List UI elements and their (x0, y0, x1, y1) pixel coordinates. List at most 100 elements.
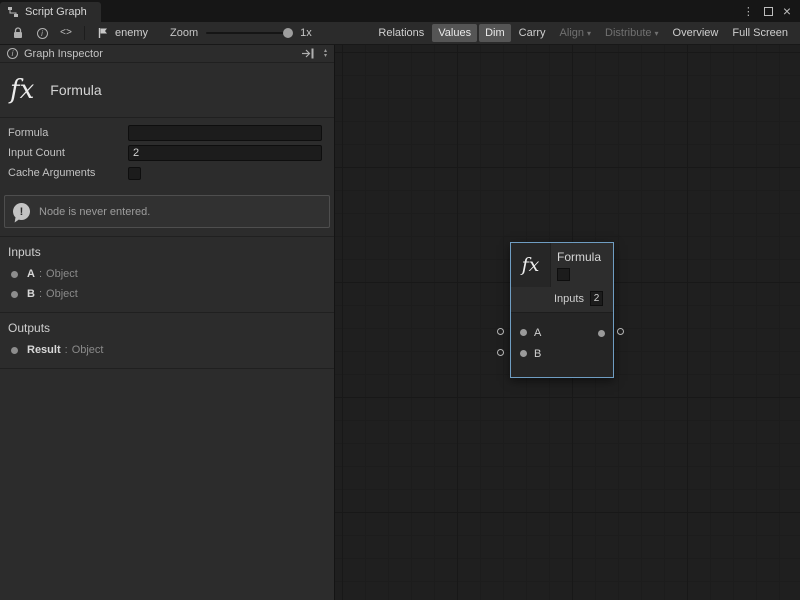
unit-title-section: fx Formula (0, 63, 334, 117)
script-graph-asset-icon (97, 27, 109, 39)
port-result-dot-icon[interactable] (598, 330, 605, 337)
inspector-port-result: Result : Object (0, 340, 334, 360)
breadcrumb-graph-name: enemy (115, 27, 148, 39)
port-b-dot-icon[interactable] (520, 350, 527, 357)
node-header-content: Formula (551, 243, 601, 287)
node-inputs-row: Inputs 2 (511, 287, 613, 312)
unit-fields: Formula Input Count Cache Arguments (0, 118, 334, 187)
graph-canvas[interactable]: fx Formula Inputs 2 A (335, 45, 800, 600)
port-dot-icon (11, 271, 18, 278)
port-b-name: B (27, 288, 35, 300)
section-gap (0, 360, 334, 368)
node-inputs-label: Inputs (554, 293, 584, 305)
formula-fx-icon: fx (10, 75, 34, 105)
inputs-section-title: Inputs (0, 237, 334, 264)
cache-arguments-field-label: Cache Arguments (8, 167, 128, 179)
inspector-title: Graph Inspector (24, 48, 103, 60)
tab-script-graph[interactable]: Script Graph (0, 2, 101, 22)
graph-toolbar: i <> enemy Zoom 1x Relations Values Dim … (0, 22, 800, 45)
inspect-toggle-button[interactable]: i (30, 24, 54, 43)
port-b-label: B (534, 348, 541, 360)
tab-title: Script Graph (25, 6, 87, 18)
relations-button[interactable]: Relations (372, 24, 430, 42)
zoom-slider-knob[interactable] (283, 28, 293, 38)
lock-button[interactable] (6, 24, 30, 43)
port-a-label: A (534, 327, 541, 339)
cache-arguments-checkbox[interactable] (128, 167, 141, 180)
zoom-control: Zoom 1x (170, 27, 312, 39)
node-header: fx Formula (511, 243, 613, 287)
values-button[interactable]: Values (432, 24, 477, 42)
section-gap (0, 304, 334, 312)
warning-box: ! Node is never entered. (4, 195, 330, 228)
info-icon: i (7, 48, 18, 59)
maximize-icon[interactable] (764, 7, 773, 16)
chevron-down-icon: ▾ (587, 29, 591, 38)
port-a-name: A (27, 268, 35, 280)
formula-field-row: Formula (0, 123, 334, 143)
node-fx-icon: fx (511, 243, 551, 287)
kebab-menu-icon[interactable]: ⋮ (743, 5, 754, 18)
script-graph-icon (7, 6, 19, 18)
toolbar-buttons: Relations Values Dim Carry Align▾ Distri… (372, 24, 794, 42)
code-icon: <> (60, 28, 72, 39)
port-separator: : (65, 344, 68, 356)
distribute-label: Distribute (605, 27, 651, 39)
port-dot-icon (11, 291, 18, 298)
align-dropdown[interactable]: Align▾ (554, 24, 597, 42)
cache-arguments-field-row: Cache Arguments (0, 163, 334, 183)
inspector-port-b: B : Object (0, 284, 334, 304)
input-count-field-label: Input Count (8, 147, 128, 159)
node-port-b[interactable]: B (511, 343, 613, 364)
node-input-count-field[interactable]: 2 (590, 291, 603, 306)
graph-inspector-header: i Graph Inspector ▴ ▾ (0, 45, 334, 63)
outputs-section-title: Outputs (0, 313, 334, 340)
graph-inspector-panel: i Graph Inspector ▴ ▾ fx Formula (0, 45, 335, 600)
info-icon: i (37, 28, 48, 39)
dim-button[interactable]: Dim (479, 24, 511, 42)
zoom-slider[interactable] (206, 32, 292, 34)
external-socket-a[interactable] (497, 328, 504, 335)
section-divider (0, 368, 334, 369)
port-separator: : (39, 288, 42, 300)
port-b-type: Object (46, 288, 78, 300)
carry-button[interactable]: Carry (513, 24, 552, 42)
chevron-down-icon: ▾ (655, 29, 659, 38)
formula-node[interactable]: fx Formula Inputs 2 A (510, 242, 614, 378)
external-socket-result[interactable] (617, 328, 624, 335)
formula-field-label: Formula (8, 127, 128, 139)
zoom-label: Zoom (170, 27, 198, 39)
toolbar-separator (84, 26, 85, 40)
panel-scroll-buttons[interactable]: ▴ ▾ (321, 49, 330, 59)
warning-text: Node is never entered. (39, 206, 150, 218)
formula-input[interactable] (128, 125, 322, 141)
port-result-name: Result (27, 344, 61, 356)
port-a-type: Object (46, 268, 78, 280)
node-ports-section: A B (511, 312, 613, 377)
dock-panel-icon[interactable] (301, 48, 315, 59)
full-screen-button[interactable]: Full Screen (726, 24, 794, 42)
tab-bar: Script Graph ⋮ × (0, 0, 800, 22)
align-label: Align (560, 27, 584, 39)
close-icon[interactable]: × (783, 4, 791, 18)
overview-button[interactable]: Overview (667, 24, 725, 42)
unity-visual-scripting-window: Script Graph ⋮ × i <> enemy (0, 0, 800, 600)
breadcrumb-graph[interactable]: enemy (91, 27, 154, 39)
warning-icon: ! (13, 203, 30, 220)
port-a-dot-icon[interactable] (520, 329, 527, 336)
node-title: Formula (557, 250, 601, 264)
input-count-input[interactable] (128, 145, 322, 161)
input-count-field-row: Input Count (0, 143, 334, 163)
port-result-type: Object (72, 344, 104, 356)
port-separator: : (39, 268, 42, 280)
inspector-port-a: A : Object (0, 264, 334, 284)
distribute-dropdown[interactable]: Distribute ▾ (599, 24, 664, 42)
zoom-value: 1x (300, 27, 312, 39)
unit-title: Formula (50, 82, 101, 98)
node-formula-field[interactable] (557, 268, 570, 281)
port-dot-icon (11, 347, 18, 354)
code-view-button[interactable]: <> (54, 24, 78, 43)
lock-icon (12, 27, 24, 40)
scroll-down-icon[interactable]: ▾ (324, 54, 327, 59)
external-socket-b[interactable] (497, 349, 504, 356)
